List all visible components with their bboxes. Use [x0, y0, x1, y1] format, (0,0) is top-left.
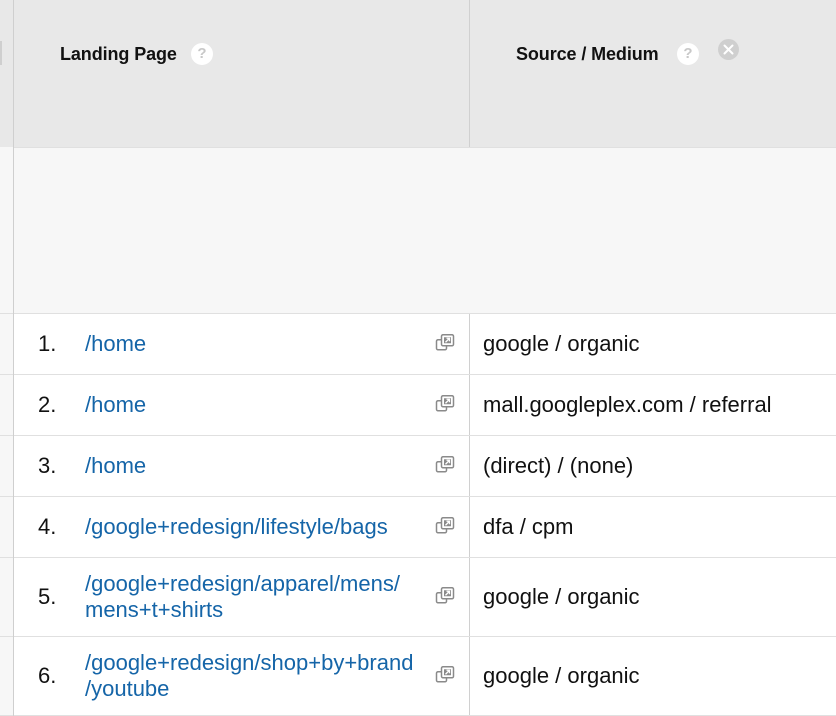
open-in-new-window-icon[interactable]: [434, 331, 456, 353]
source-medium-cell: dfa / cpm: [470, 497, 836, 557]
open-in-new-window-icon[interactable]: [434, 584, 456, 606]
row-index: 2.: [38, 392, 57, 417]
row-index: 4.: [38, 514, 57, 539]
landing-page-cell: 6. /google+redesign/shop+by+brand/youtub…: [14, 637, 470, 715]
landing-page-link-line[interactable]: /google+redesign/shop+by+brand: [85, 650, 435, 676]
open-in-new-window-icon[interactable]: [434, 392, 456, 414]
source-medium-value: mall.googleplex.com / referral: [483, 392, 772, 417]
landing-page-cell: 4. /google+redesign/lifestyle/bags: [14, 497, 470, 557]
summary-row: [14, 148, 836, 314]
divider: [0, 496, 13, 497]
source-medium-cell: google / organic: [470, 558, 836, 636]
source-medium-value: google / organic: [483, 663, 640, 688]
open-in-new-window-icon[interactable]: [434, 514, 456, 536]
open-in-new-window-icon[interactable]: [434, 663, 456, 685]
landing-page-link[interactable]: /google+redesign/shop+by+brand/youtube: [85, 650, 435, 702]
landing-page-link-line[interactable]: mens+t+shirts: [85, 597, 435, 623]
table-row: 6. /google+redesign/shop+by+brand/youtub…: [14, 637, 836, 716]
divider: [0, 374, 13, 375]
source-medium-cell: google / organic: [470, 637, 836, 715]
landing-page-cell: 2. /home: [14, 375, 470, 435]
source-medium-value: google / organic: [483, 584, 640, 609]
landing-page-cell: 3. /home: [14, 436, 470, 496]
table-row: 3. /home (direct) / (none): [14, 436, 836, 497]
landing-page-cell: 5. /google+redesign/apparel/mens/mens+t+…: [14, 558, 470, 636]
source-medium-cell: google / organic: [470, 314, 836, 374]
table-row: 2. /home mall.googleplex.com / referral: [14, 375, 836, 436]
table-row: 5. /google+redesign/apparel/mens/mens+t+…: [14, 558, 836, 637]
table-row: 4. /google+redesign/lifestyle/bags dfa /…: [14, 497, 836, 558]
remove-dimension-close-icon[interactable]: [718, 39, 739, 60]
landing-page-cell: 1. /home: [14, 314, 470, 374]
source-medium-cell: mall.googleplex.com / referral: [470, 375, 836, 435]
left-column-strip: [0, 0, 14, 716]
landing-page-link[interactable]: /home: [85, 331, 435, 357]
report-table: Landing Page ? Source / Medium ? 1. /hom…: [14, 0, 836, 716]
divider: [0, 557, 13, 558]
table-row: 1. /home google / organic: [14, 314, 836, 375]
row-index: 5.: [38, 584, 57, 609]
landing-page-link-line[interactable]: /youtube: [85, 676, 435, 702]
column-header-landing-page[interactable]: Landing Page ?: [14, 0, 470, 147]
row-index: 1.: [38, 331, 57, 356]
column-header-label[interactable]: Landing Page: [60, 44, 177, 65]
source-medium-value: dfa / cpm: [483, 514, 574, 539]
landing-page-link[interactable]: /home: [85, 392, 435, 418]
source-medium-cell: (direct) / (none): [470, 436, 836, 496]
help-icon[interactable]: ?: [677, 43, 699, 65]
divider: [0, 313, 13, 314]
row-index: 6.: [38, 663, 57, 688]
landing-page-link[interactable]: /google+redesign/apparel/mens/mens+t+shi…: [85, 571, 435, 623]
landing-page-link[interactable]: /google+redesign/lifestyle/bags: [85, 514, 435, 540]
row-index: 3.: [38, 453, 57, 478]
divider: [0, 636, 13, 637]
table-header: Landing Page ? Source / Medium ?: [14, 0, 836, 148]
source-medium-value: google / organic: [483, 331, 640, 356]
left-strip-marker: [0, 41, 2, 65]
help-icon[interactable]: ?: [191, 43, 213, 65]
landing-page-link[interactable]: /home: [85, 453, 435, 479]
open-in-new-window-icon[interactable]: [434, 453, 456, 475]
column-header-label[interactable]: Source / Medium: [516, 44, 659, 65]
table-body: 1. /home google / organic 2. /home mall.…: [14, 314, 836, 716]
column-header-source-medium[interactable]: Source / Medium ?: [470, 0, 836, 147]
source-medium-value: (direct) / (none): [483, 453, 634, 478]
left-strip-header: [0, 0, 13, 147]
landing-page-link-line[interactable]: /google+redesign/apparel/mens/: [85, 571, 435, 597]
divider: [0, 435, 13, 436]
